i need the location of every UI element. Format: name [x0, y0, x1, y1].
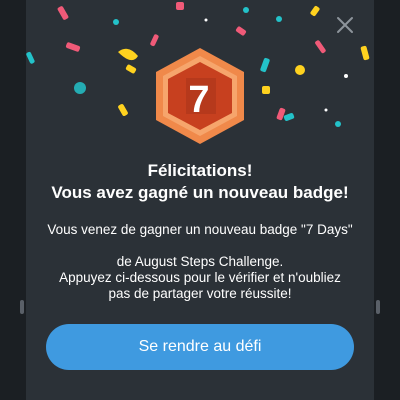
- confetti-piece: [344, 74, 348, 78]
- confetti-piece: [360, 45, 370, 61]
- dialog-title: Félicitations!: [147, 161, 253, 180]
- background-panel-left: [0, 0, 26, 400]
- background-panel-right: [374, 0, 400, 400]
- confetti-piece: [65, 42, 81, 52]
- confetti-piece: [235, 26, 247, 36]
- scroll-indicator-right: [376, 300, 380, 314]
- badge-number: 7: [188, 79, 209, 121]
- confetti-piece: [125, 64, 137, 74]
- confetti-piece: [57, 6, 69, 20]
- confetti-piece: [118, 104, 128, 116]
- dialog-subtitle: Vous avez gagné un nouveau badge!: [51, 183, 349, 202]
- confetti-piece: [335, 121, 341, 127]
- scroll-indicator-left: [20, 300, 24, 314]
- confetti-piece: [26, 51, 35, 64]
- confetti-piece: [176, 2, 184, 10]
- badge-award-dialog: 7 Félicitations! Vous avez gagné un nouv…: [26, 0, 374, 400]
- close-icon: [337, 17, 353, 33]
- confetti-piece: [204, 18, 208, 22]
- dialog-message-line: de August Steps Challenge.: [116, 254, 284, 269]
- confetti-piece: [295, 65, 305, 75]
- confetti-piece: [260, 57, 270, 73]
- close-button[interactable]: [334, 14, 356, 36]
- badge-emblem: 7: [152, 46, 248, 146]
- confetti-piece: [118, 48, 138, 61]
- confetti-piece: [310, 5, 320, 17]
- confetti-piece: [150, 34, 159, 47]
- confetti-piece: [113, 19, 119, 25]
- dialog-message-line: Vous venez de gagner un nouveau badge "7…: [47, 222, 353, 237]
- confetti-piece: [315, 40, 326, 54]
- go-to-challenge-button[interactable]: Se rendre au défi: [46, 324, 354, 370]
- confetti-piece: [262, 86, 270, 94]
- dialog-message-line: pas de partager votre réussite!: [108, 286, 292, 301]
- hexagon-badge-icon: 7: [156, 48, 244, 144]
- confetti-piece: [276, 16, 282, 22]
- confetti-piece: [324, 108, 328, 112]
- confetti-piece: [74, 82, 86, 94]
- confetti-piece: [283, 113, 295, 121]
- dialog-message-line: Appuyez ci-dessous pour le vérifier et n…: [59, 270, 341, 285]
- confetti-piece: [243, 7, 249, 13]
